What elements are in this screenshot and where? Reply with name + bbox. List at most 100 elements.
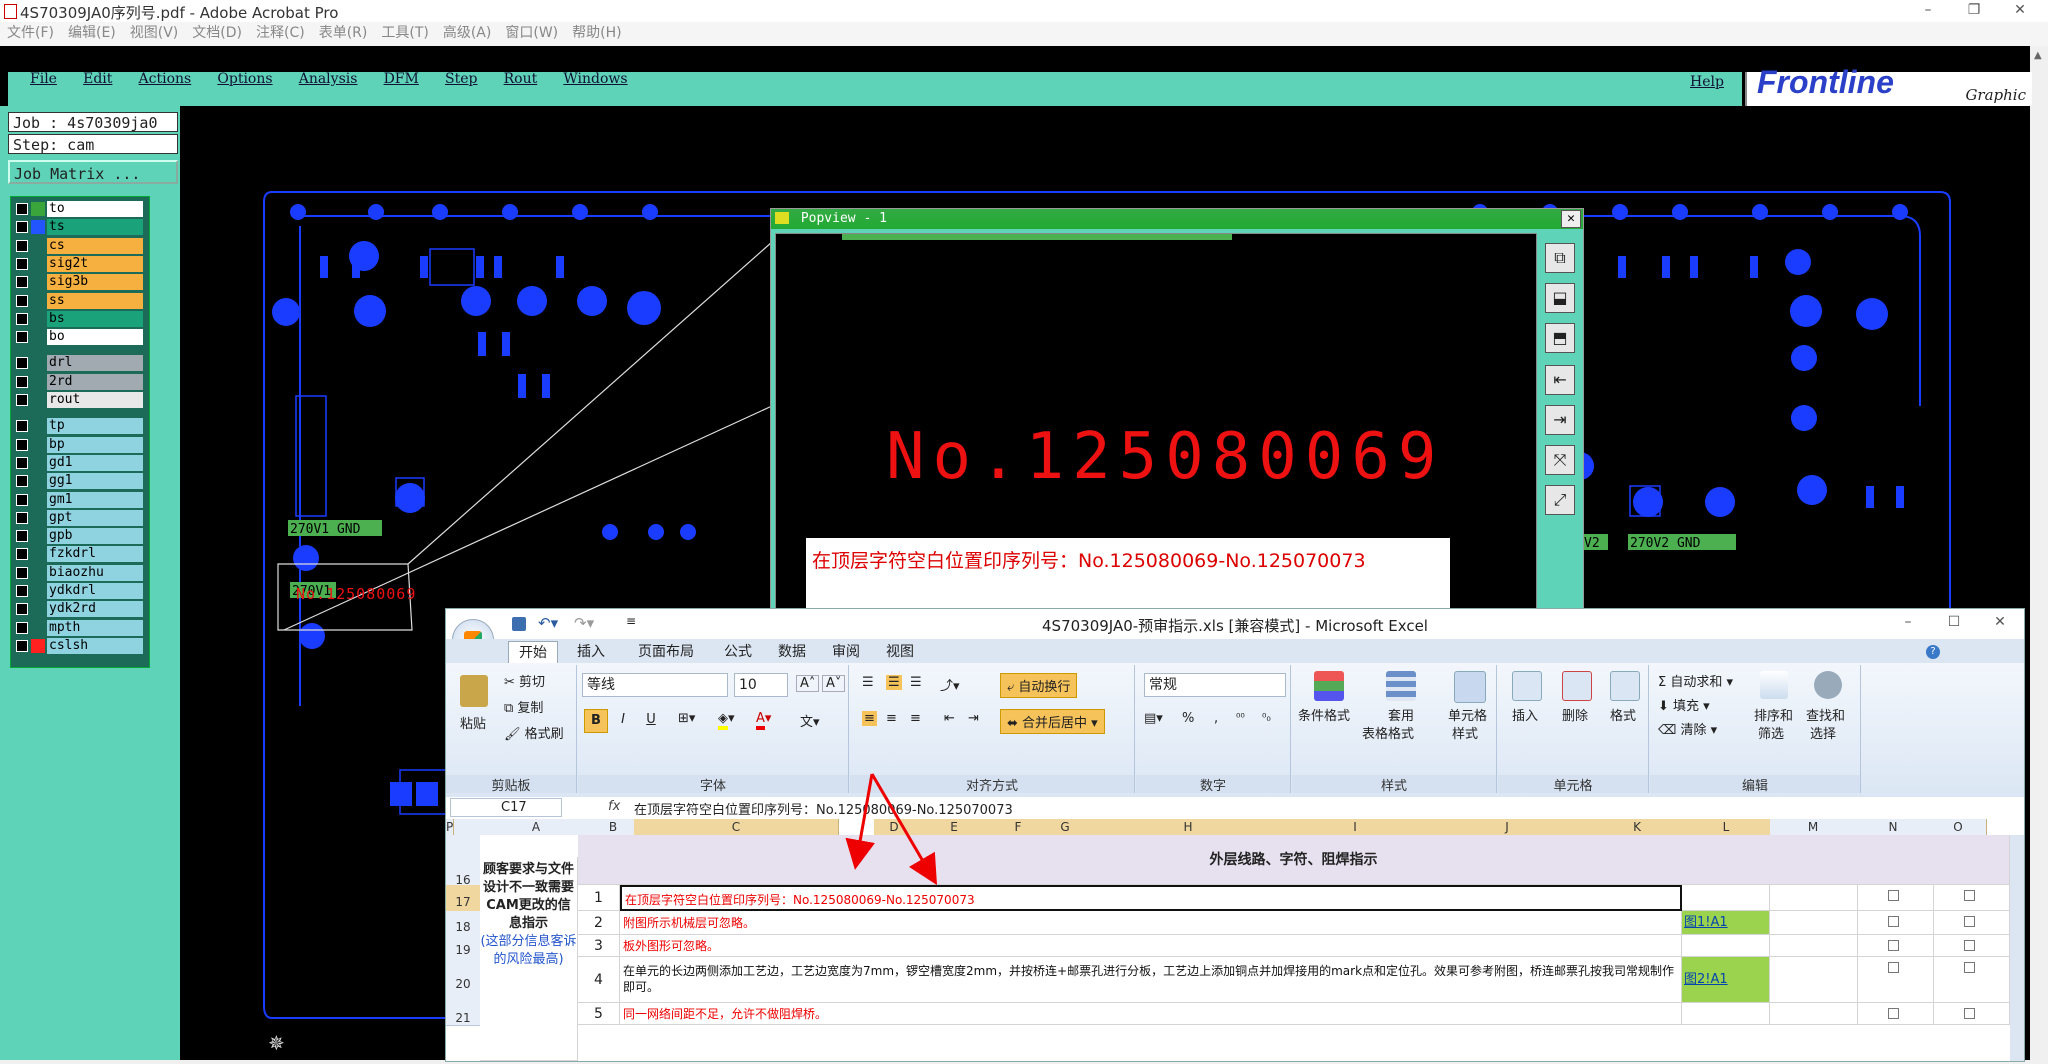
orientation-icon[interactable]: ⤴▾ — [940, 675, 960, 694]
layer-row[interactable]: ydk2rd — [13, 601, 145, 618]
checkbox-cell[interactable] — [1858, 885, 1934, 911]
layer-name[interactable]: cslsh — [47, 637, 143, 654]
hyperlink-cell[interactable] — [1682, 935, 1770, 957]
layer-name[interactable]: bo — [47, 329, 143, 346]
layer-row[interactable]: ts — [13, 219, 145, 236]
border-icon[interactable]: ⊞▾ — [678, 711, 695, 726]
layer-checkbox[interactable] — [16, 375, 28, 388]
fill-button[interactable]: ⬇ 填充 ▾ — [1658, 695, 1710, 714]
layer-name[interactable]: gg1 — [47, 473, 143, 490]
layer-checkbox[interactable] — [16, 530, 28, 543]
menu-edit[interactable]: 编辑(E) — [61, 22, 123, 44]
checkbox[interactable] — [1964, 962, 1975, 973]
cam-menu-analysis[interactable]: Analysis — [299, 72, 358, 86]
row-header[interactable]: 21 — [446, 1003, 480, 1026]
row-header[interactable]: 20 — [446, 957, 480, 1004]
layer-name[interactable]: bs — [47, 310, 143, 327]
hyperlink-cell[interactable]: 图2!A1 — [1682, 957, 1770, 1003]
layer-row[interactable]: cs — [13, 237, 145, 254]
layer-checkbox[interactable] — [16, 331, 28, 344]
conditional-format-button[interactable]: 条件格式 — [1298, 705, 1350, 724]
empty-cell[interactable] — [1770, 911, 1858, 935]
scrollbar[interactable]: ▲ — [2030, 46, 2048, 1060]
cam-menu-file[interactable]: File — [30, 72, 57, 86]
layer-name[interactable]: cs — [47, 237, 143, 254]
checkbox-cell[interactable] — [1934, 957, 2010, 1003]
layer-row[interactable]: sig3b — [13, 274, 145, 291]
popview-title-bar[interactable]: Popview - 1 ✕ — [771, 209, 1583, 229]
menu-window[interactable]: 窗口(W) — [498, 22, 565, 44]
checkbox-cell[interactable] — [1858, 1003, 1934, 1025]
layer-name[interactable]: sig2t — [47, 255, 143, 272]
cam-menu-help[interactable]: Help — [1690, 75, 1724, 89]
checkbox-cell[interactable] — [1858, 957, 1934, 1003]
layer-checkbox[interactable] — [16, 221, 28, 234]
layer-name[interactable]: to — [47, 201, 143, 217]
excel-minimize-button[interactable]: – — [1886, 612, 1930, 634]
column-header[interactable]: J — [1422, 819, 1593, 835]
tab-view[interactable]: 视图 — [878, 641, 922, 663]
layer-name[interactable]: biaozhu — [47, 564, 143, 581]
menu-tools[interactable]: 工具(T) — [374, 22, 435, 44]
italic-button[interactable]: I — [612, 709, 634, 731]
layer-name[interactable]: gpb — [47, 528, 143, 545]
layer-name[interactable]: gm1 — [47, 491, 143, 508]
layer-checkbox[interactable] — [16, 603, 28, 616]
layer-row[interactable]: bs — [13, 310, 145, 327]
layer-row[interactable]: 2rd — [13, 373, 145, 390]
layer-row[interactable]: drl — [13, 355, 145, 372]
layer-checkbox[interactable] — [16, 276, 28, 289]
checkbox-cell[interactable] — [1858, 911, 1934, 935]
currency-icon[interactable]: ▤▾ — [1144, 711, 1163, 726]
popview-window[interactable]: Popview - 1 ✕ No.125080069 在顶层字符空白位置印序列号… — [770, 208, 1584, 628]
align-right-icon[interactable]: ≡ — [910, 711, 921, 726]
layer-row[interactable]: gm1 — [13, 491, 145, 508]
decrease-decimal-icon[interactable]: ⁰₀ — [1262, 711, 1271, 724]
column-header[interactable]: P — [446, 819, 455, 835]
layer-row[interactable]: sig2t — [13, 255, 145, 272]
cell-style-button-b[interactable]: 样式 — [1452, 723, 1478, 742]
cam-menu-edit[interactable]: Edit — [83, 72, 112, 86]
layer-checkbox[interactable] — [16, 438, 28, 451]
align-bottom-icon[interactable]: ☰ — [910, 675, 922, 690]
increase-indent-icon[interactable]: ⇥ — [968, 711, 979, 726]
column-header[interactable]: L — [1682, 819, 1771, 835]
fit-icon[interactable]: ⤧ — [1545, 445, 1575, 475]
align-top-icon[interactable]: ☰ — [862, 675, 874, 690]
layer-name[interactable]: ydkdrl — [47, 583, 143, 599]
number-format-select[interactable]: 常规 — [1144, 673, 1286, 697]
formula-input[interactable]: 在顶层字符空白位置印序列号：No.125080069-No.125070073 — [634, 799, 1013, 818]
layer-name[interactable]: 2rd — [47, 373, 143, 390]
cut-button[interactable]: ✂ 剪切 — [504, 671, 545, 690]
hyperlink-cell[interactable] — [1682, 885, 1770, 911]
layer-name[interactable]: ss — [47, 292, 143, 309]
checkbox[interactable] — [1888, 916, 1899, 927]
instruction-text[interactable]: 板外图形可忽略。 — [620, 935, 1682, 957]
checkbox[interactable] — [1888, 1008, 1899, 1019]
sort-filter-button-b[interactable]: 筛选 — [1758, 723, 1784, 742]
layer-row[interactable]: gg1 — [13, 473, 145, 490]
decrease-indent-icon[interactable]: ⇤ — [944, 711, 955, 726]
layer-name[interactable]: rout — [47, 392, 143, 408]
layer-row[interactable]: to — [13, 201, 145, 217]
layer-row[interactable]: biaozhu — [13, 564, 145, 581]
layer-checkbox[interactable] — [16, 475, 28, 488]
delete-cells-button[interactable]: 删除 — [1562, 705, 1588, 724]
layer-name[interactable]: tp — [47, 418, 143, 435]
font-name-select[interactable]: 等线 — [582, 673, 728, 697]
format-cells-button[interactable]: 格式 — [1610, 705, 1636, 724]
fx-icon[interactable]: fx — [608, 799, 620, 814]
empty-cell[interactable] — [1770, 957, 1858, 1003]
layer-row[interactable]: bo — [13, 329, 145, 346]
layer-checkbox[interactable] — [16, 621, 28, 634]
layer-row[interactable]: fzkdrl — [13, 546, 145, 563]
cam-menu-rout[interactable]: Rout — [504, 72, 538, 86]
checkbox[interactable] — [1888, 890, 1899, 901]
layer-checkbox[interactable] — [16, 548, 28, 561]
popview-close-icon[interactable]: ✕ — [1561, 210, 1581, 228]
column-header[interactable]: M — [1770, 819, 1857, 835]
column-header[interactable]: K — [1592, 819, 1683, 835]
grow-font-button[interactable]: A˄ — [796, 675, 820, 692]
checkbox[interactable] — [1964, 890, 1975, 901]
layer-name[interactable]: bp — [47, 436, 143, 453]
